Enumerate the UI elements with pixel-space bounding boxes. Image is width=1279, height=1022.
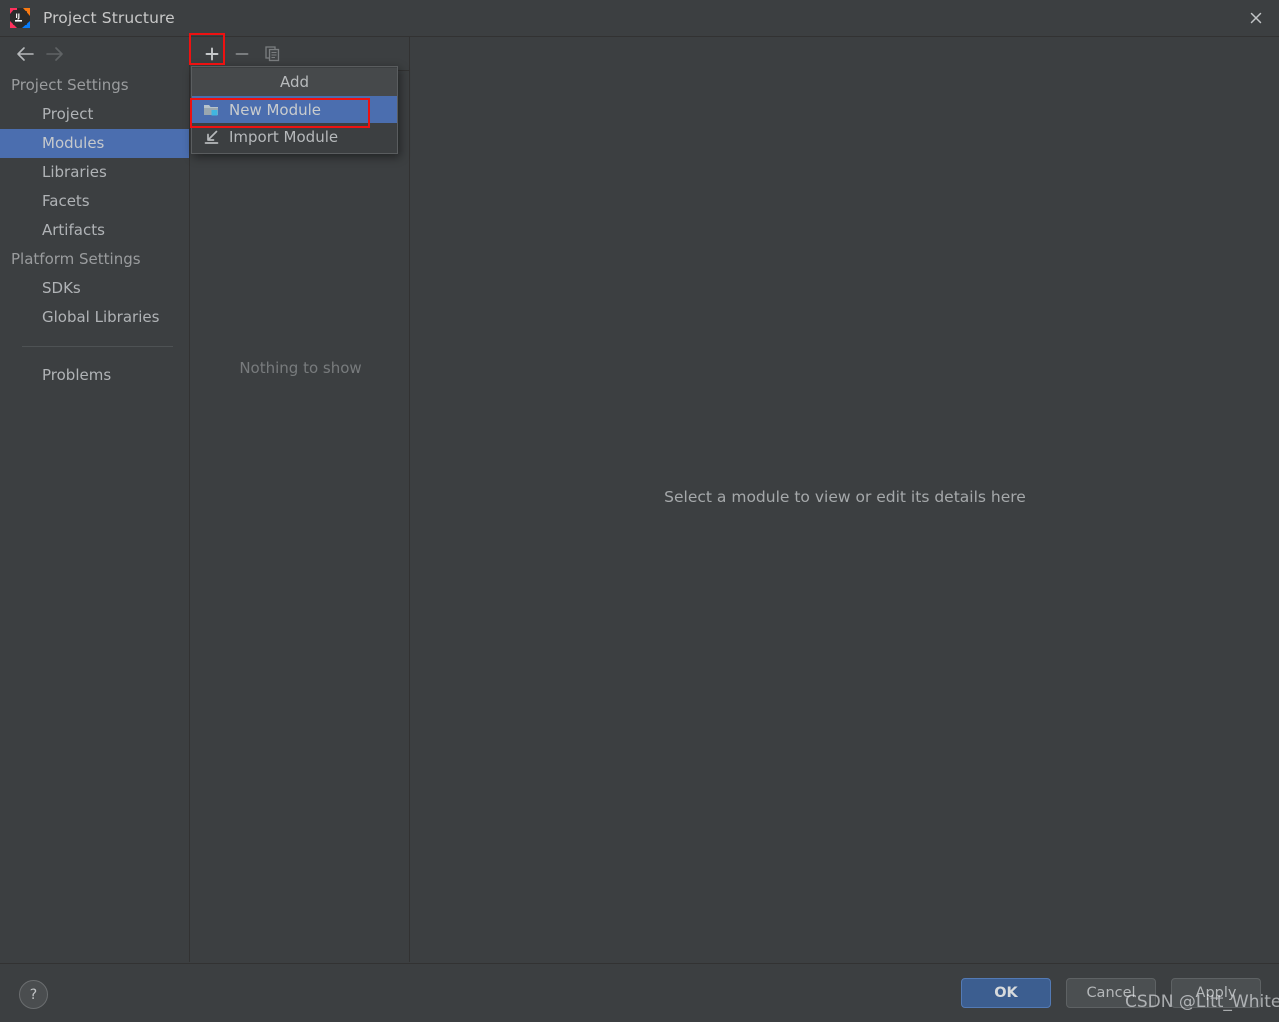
sidebar-divider [22,346,173,347]
modules-list-panel: Nothing to show [191,37,410,962]
menu-item-import-module-label: Import Module [229,127,339,146]
menu-item-new-module[interactable]: New Module [192,96,397,123]
title-bar: IJ Project Structure [0,0,1279,37]
sidebar-group-platform-settings: Platform Settings [11,250,141,268]
help-icon[interactable]: ? [19,980,48,1009]
sidebar-item-artifacts[interactable]: Artifacts [0,216,189,245]
new-module-folder-icon [202,101,220,119]
details-placeholder-text: Select a module to view or edit its deta… [664,488,1026,506]
plus-icon[interactable] [197,40,227,68]
add-dropdown-menu: Add New Module Import Module [191,66,398,154]
minus-icon[interactable] [227,40,257,68]
apply-button[interactable]: Apply [1171,978,1261,1008]
sidebar-item-global-libraries[interactable]: Global Libraries [0,303,189,332]
navigation-arrows [0,37,189,71]
sidebar-item-facets[interactable]: Facets [0,187,189,216]
sidebar-item-project[interactable]: Project [0,100,189,129]
arrow-right-icon[interactable] [40,40,70,68]
page-title: Project Structure [43,9,175,27]
menu-item-new-module-label: New Module [229,100,322,119]
project-structure-dialog: IJ Project Structure Project Settings Pr… [0,0,1279,1022]
ok-button[interactable]: OK [961,978,1051,1008]
sidebar-item-sdks[interactable]: SDKs [0,274,189,303]
sidebar-item-problems[interactable]: Problems [0,361,189,390]
cancel-button[interactable]: Cancel [1066,978,1156,1008]
empty-list-message: Nothing to show [239,359,362,377]
copy-icon[interactable] [257,40,287,68]
sidebar-item-modules[interactable]: Modules [0,129,189,158]
settings-sidebar: Project Settings Project Modules Librari… [0,37,190,962]
close-icon[interactable] [1233,0,1279,36]
module-details-panel: Select a module to view or edit its deta… [411,37,1279,962]
intellij-idea-icon: IJ [9,7,31,29]
sidebar-group-project-settings: Project Settings [11,76,129,94]
sidebar-item-libraries[interactable]: Libraries [0,158,189,187]
svg-text:IJ: IJ [16,13,20,20]
import-module-arrow-icon [202,128,220,146]
arrow-left-icon[interactable] [10,40,40,68]
menu-item-import-module[interactable]: Import Module [192,123,397,150]
menu-header-add: Add [192,68,397,96]
